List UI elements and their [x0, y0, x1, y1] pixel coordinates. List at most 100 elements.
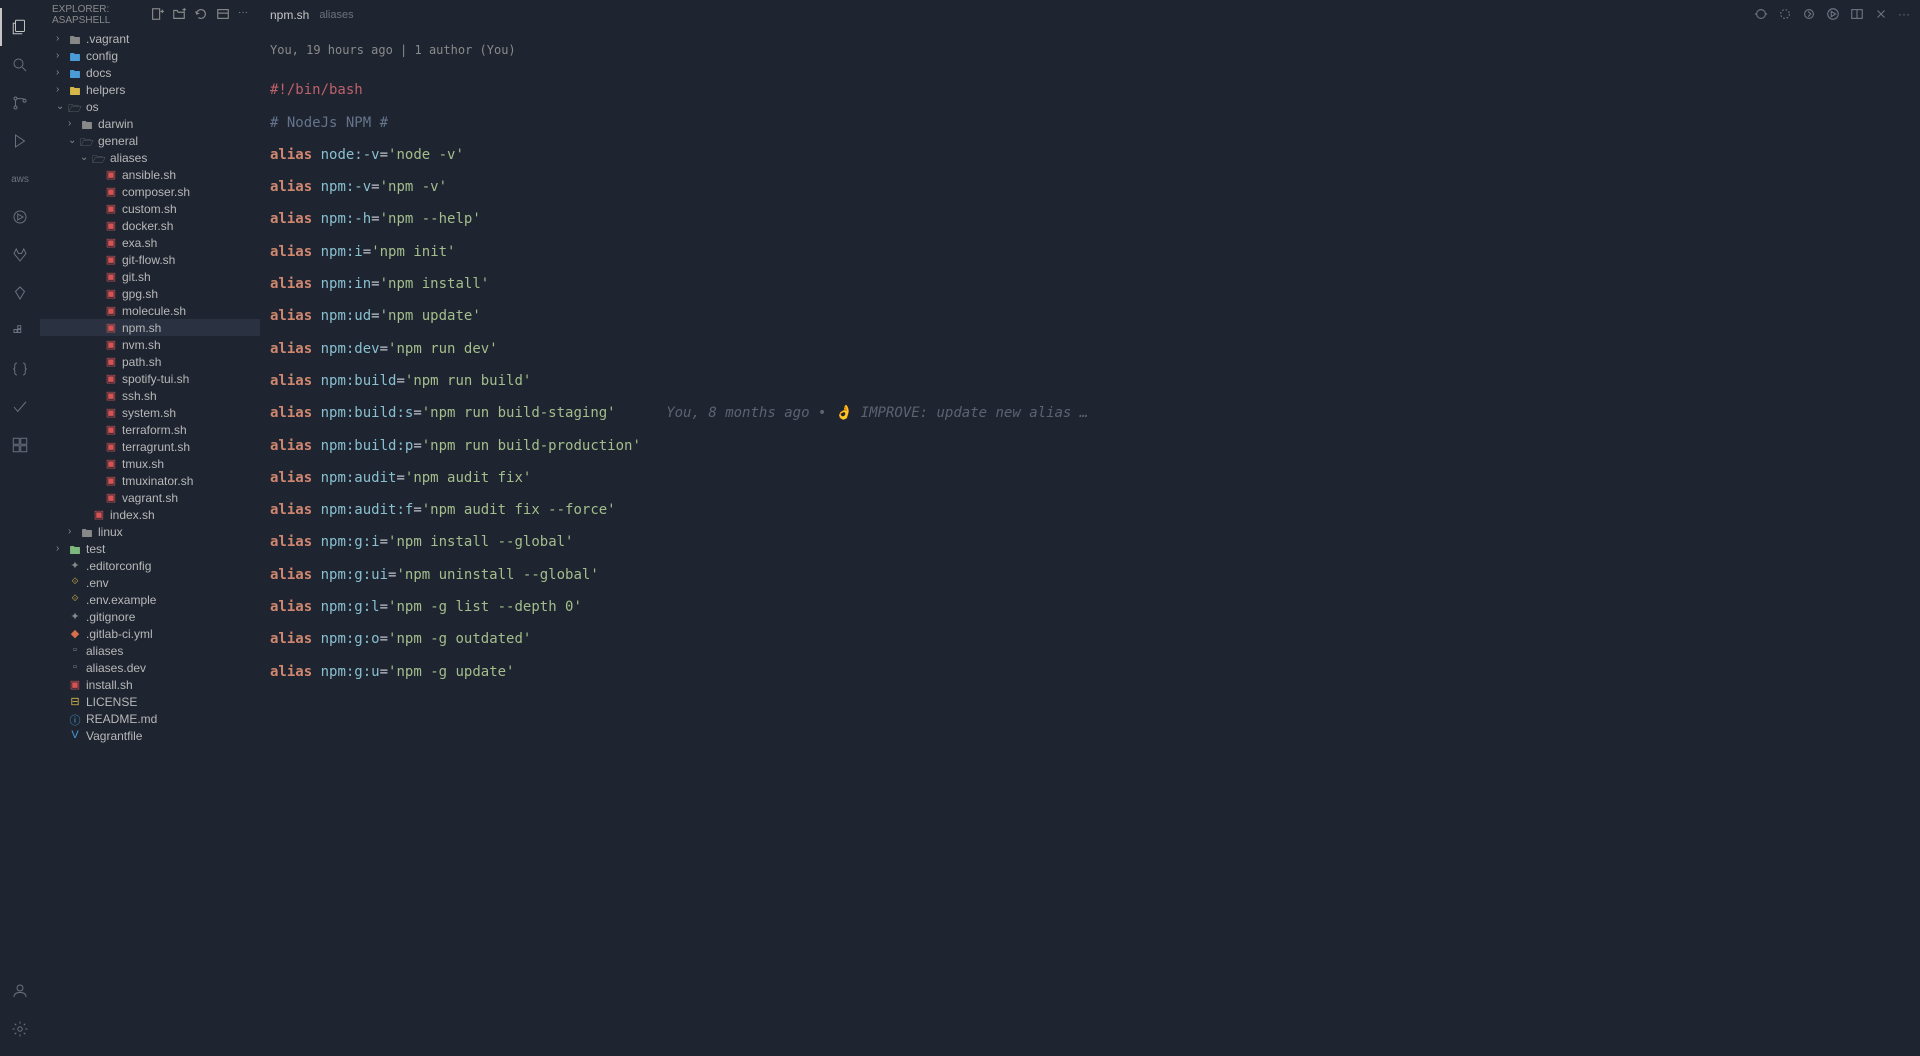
tree-label: os — [86, 100, 99, 114]
code-editor[interactable]: You, 19 hours ago | 1 author (You) #!/bi… — [260, 30, 1920, 1056]
code-line: alias npm:in='npm install' — [270, 268, 1920, 300]
tree-item--env[interactable]: ⟐.env — [40, 574, 260, 591]
activity-json[interactable] — [0, 350, 40, 388]
activity-check[interactable] — [0, 388, 40, 426]
tree-label: ansible.sh — [122, 168, 176, 182]
tree-item-git-sh[interactable]: ▣git.sh — [40, 268, 260, 285]
chevron-icon: ⌄ — [80, 152, 90, 163]
tree-label: composer.sh — [122, 185, 190, 199]
tree-item-ssh-sh[interactable]: ▣ssh.sh — [40, 387, 260, 404]
tree-item-tmux-sh[interactable]: ▣tmux.sh — [40, 455, 260, 472]
action-prev[interactable] — [1778, 7, 1792, 24]
beaker-icon — [11, 208, 29, 226]
tree-item-config[interactable]: ›🖿config — [40, 47, 260, 64]
new-file-button[interactable] — [150, 7, 164, 24]
tree-item-general[interactable]: ⌄🗁general — [40, 132, 260, 149]
tree-item--env-example[interactable]: ⟐.env.example — [40, 591, 260, 608]
new-folder-button[interactable] — [172, 7, 186, 24]
collapse-icon — [216, 7, 230, 21]
refresh-button[interactable] — [194, 7, 208, 24]
tree-label: nvm.sh — [122, 338, 161, 352]
tree-label: tmux.sh — [122, 457, 164, 471]
tree-item-os[interactable]: ⌄🗁os — [40, 98, 260, 115]
tree-item-darwin[interactable]: ›🖿darwin — [40, 115, 260, 132]
activity-extensions[interactable] — [0, 426, 40, 464]
activity-aws[interactable]: aws — [0, 160, 40, 198]
tree-label: terragrunt.sh — [122, 440, 190, 454]
braces-icon — [11, 360, 29, 378]
tree-item-custom-sh[interactable]: ▣custom.sh — [40, 200, 260, 217]
activity-gitlab[interactable] — [0, 236, 40, 274]
play-icon — [11, 132, 29, 150]
tree-item--gitlab-ci-yml[interactable]: ◆.gitlab-ci.yml — [40, 625, 260, 642]
tree-item-terragrunt-sh[interactable]: ▣terragrunt.sh — [40, 438, 260, 455]
tree-label: test — [86, 542, 105, 556]
codelens[interactable]: You, 19 hours ago | 1 author (You) — [270, 30, 1920, 74]
activity-testing[interactable] — [0, 198, 40, 236]
tree-label: aliases — [86, 644, 123, 658]
tree-item-aliases[interactable]: ▫aliases — [40, 642, 260, 659]
activity-explorer[interactable] — [0, 8, 40, 46]
activity-settings[interactable] — [0, 1010, 40, 1048]
chevron-icon: › — [56, 67, 66, 78]
tree-item-gpg-sh[interactable]: ▣gpg.sh — [40, 285, 260, 302]
editor-actions: ··· — [1754, 7, 1920, 24]
action-gitlens[interactable] — [1754, 7, 1768, 24]
action-run[interactable] — [1826, 7, 1840, 24]
tree-item-docs[interactable]: ›🖿docs — [40, 64, 260, 81]
tree-item-system-sh[interactable]: ▣system.sh — [40, 404, 260, 421]
tree-label: install.sh — [86, 678, 133, 692]
tree-label: path.sh — [122, 355, 161, 369]
refresh-icon — [194, 7, 208, 21]
tree-item-readme-md[interactable]: ⓘREADME.md — [40, 710, 260, 727]
gear-icon — [11, 1020, 29, 1038]
tree-item-path-sh[interactable]: ▣path.sh — [40, 353, 260, 370]
tree-item--vagrant[interactable]: ›🖿.vagrant — [40, 30, 260, 47]
activity-scm[interactable] — [0, 84, 40, 122]
code-line: #!/bin/bash — [270, 74, 1920, 106]
collapse-button[interactable] — [216, 7, 230, 24]
action-next[interactable] — [1802, 7, 1816, 24]
tree-label: darwin — [98, 117, 133, 131]
tree-item--editorconfig[interactable]: ✦.editorconfig — [40, 557, 260, 574]
tree-item-vagrant-sh[interactable]: ▣vagrant.sh — [40, 489, 260, 506]
tree-item-index-sh[interactable]: ▣index.sh — [40, 506, 260, 523]
code-line: alias npm:build:p='npm run build-product… — [270, 430, 1920, 462]
check-icon — [11, 398, 29, 416]
action-close[interactable] — [1874, 7, 1888, 24]
tree-item-npm-sh[interactable]: ▣npm.sh — [40, 319, 260, 336]
tree-item-install-sh[interactable]: ▣install.sh — [40, 676, 260, 693]
tree-item-test[interactable]: ›🖿test — [40, 540, 260, 557]
more-button[interactable]: ··· — [238, 7, 248, 24]
action-more[interactable]: ··· — [1898, 7, 1910, 24]
editor-area: npm.sh aliases ··· You, 19 hours ago | 1… — [260, 0, 1920, 1056]
activity-account[interactable] — [0, 972, 40, 1010]
tree-item-aliases[interactable]: ⌄🗁aliases — [40, 149, 260, 166]
tab-label: npm.sh — [270, 8, 309, 22]
tree-item-docker-sh[interactable]: ▣docker.sh — [40, 217, 260, 234]
tree-item-ansible-sh[interactable]: ▣ansible.sh — [40, 166, 260, 183]
tree-item-aliases-dev[interactable]: ▫aliases.dev — [40, 659, 260, 676]
tree-item--gitignore[interactable]: ✦.gitignore — [40, 608, 260, 625]
tree-item-git-flow-sh[interactable]: ▣git-flow.sh — [40, 251, 260, 268]
code-line: alias npm:i='npm init' — [270, 236, 1920, 268]
tree-item-terraform-sh[interactable]: ▣terraform.sh — [40, 421, 260, 438]
docker-icon — [11, 322, 29, 340]
activity-search[interactable] — [0, 46, 40, 84]
tree-item-license[interactable]: ⊟LICENSE — [40, 693, 260, 710]
new-folder-icon — [172, 7, 186, 21]
action-split[interactable] — [1850, 7, 1864, 24]
tree-item-molecule-sh[interactable]: ▣molecule.sh — [40, 302, 260, 319]
activity-extension-1[interactable] — [0, 274, 40, 312]
tab-npm-sh[interactable]: npm.sh aliases — [260, 0, 364, 30]
tree-item-composer-sh[interactable]: ▣composer.sh — [40, 183, 260, 200]
tree-item-tmuxinator-sh[interactable]: ▣tmuxinator.sh — [40, 472, 260, 489]
tree-item-vagrantfile[interactable]: VVagrantfile — [40, 727, 260, 744]
activity-docker[interactable] — [0, 312, 40, 350]
tree-item-helpers[interactable]: ›🖿helpers — [40, 81, 260, 98]
tree-item-nvm-sh[interactable]: ▣nvm.sh — [40, 336, 260, 353]
activity-debug[interactable] — [0, 122, 40, 160]
tree-item-spotify-tui-sh[interactable]: ▣spotify-tui.sh — [40, 370, 260, 387]
tree-item-exa-sh[interactable]: ▣exa.sh — [40, 234, 260, 251]
tree-item-linux[interactable]: ›🖿linux — [40, 523, 260, 540]
